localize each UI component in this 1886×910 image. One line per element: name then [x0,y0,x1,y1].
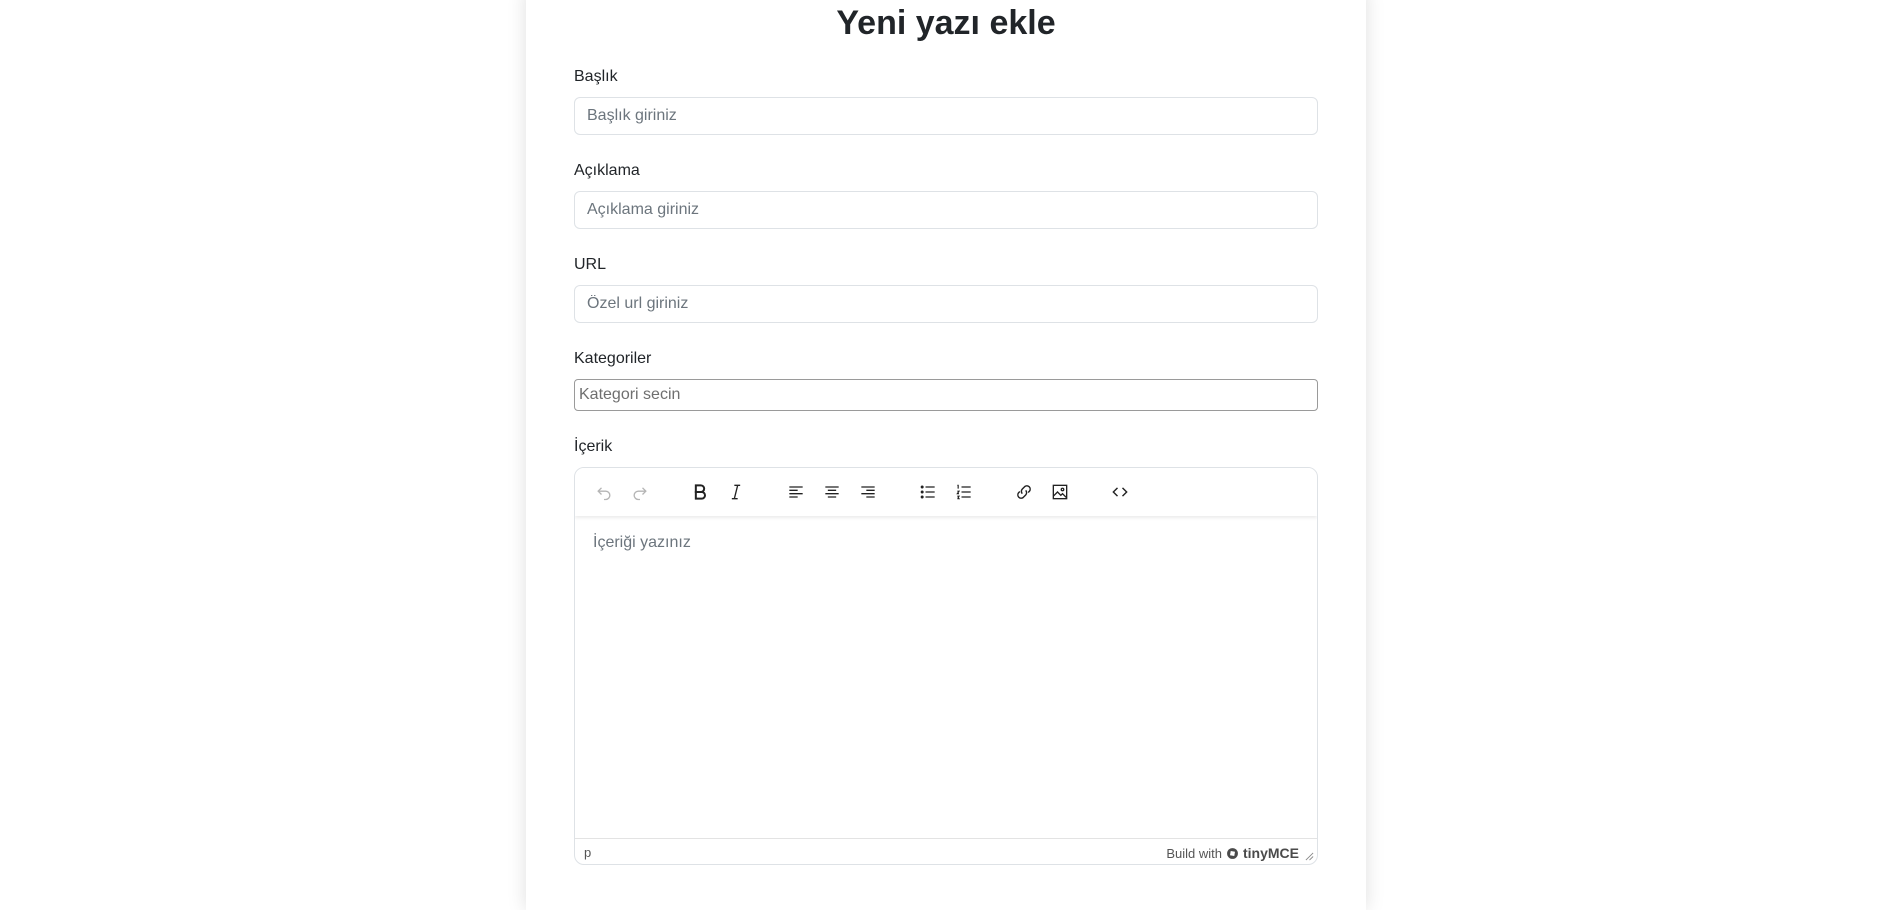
bullet-list-icon[interactable] [914,478,942,506]
editor-content-placeholder[interactable]: İçeriği yazınız [593,534,691,552]
align-right-icon[interactable] [854,478,882,506]
link-icon[interactable] [1010,478,1038,506]
resize-handle-icon[interactable] [1305,852,1314,861]
branding-prefix: Build with [1166,845,1222,861]
undo-icon[interactable] [590,478,618,506]
numbered-list-icon[interactable] [950,478,978,506]
content-label: İçerik [574,438,613,455]
url-label: URL [574,256,607,273]
bold-icon[interactable] [686,478,714,506]
editor-toolbar [575,468,1317,516]
tinymce-branding[interactable]: Build with tinyMCE [1166,845,1299,861]
redo-icon[interactable] [626,478,654,506]
title-input[interactable] [574,97,1318,135]
title-label: Başlık [574,68,618,85]
source-code-icon[interactable] [1106,478,1134,506]
description-label: Açıklama [574,162,640,179]
tinymce-logo-icon [1227,847,1238,859]
branding-logo-text: tinyMCE [1243,845,1299,861]
page-title: Yeni yazı ekle [836,4,1056,42]
editor-statusbar: p Build with tinyMCE [575,838,1317,864]
align-left-icon[interactable] [782,478,810,506]
category-label: Kategoriler [574,350,652,367]
post-form-card: Yeni yazı ekle Başlık Açıklama URL Kateg… [526,0,1366,910]
align-center-icon[interactable] [818,478,846,506]
url-input[interactable] [574,285,1318,323]
image-icon[interactable] [1046,478,1074,506]
element-path[interactable]: p [584,845,591,860]
italic-icon[interactable] [722,478,750,506]
description-input[interactable] [574,191,1318,229]
category-select[interactable] [574,379,1318,411]
rich-text-editor: İçeriği yazınız p Build with tinyMCE [574,467,1318,865]
